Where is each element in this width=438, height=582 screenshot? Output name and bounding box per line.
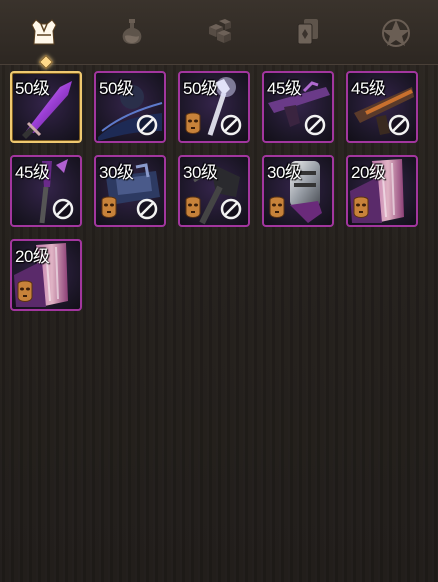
- item-slot[interactable]: 20级: [10, 239, 82, 311]
- cards-tab[interactable]: [264, 0, 352, 64]
- item-level-label: 50级: [99, 79, 134, 98]
- mask-icon: [269, 196, 285, 218]
- item-slot[interactable]: 50级: [94, 71, 166, 143]
- item-level-label: 45级: [15, 163, 50, 182]
- item-level-label: 30级: [183, 163, 218, 182]
- cards-icon: [297, 19, 318, 45]
- mask-icon: [353, 196, 369, 218]
- restricted-icon: [304, 114, 326, 136]
- item-slot[interactable]: 50级: [178, 71, 250, 143]
- potion-tab[interactable]: [88, 0, 176, 64]
- item-slot[interactable]: 20级: [346, 155, 418, 227]
- item-slot[interactable]: 45级: [262, 71, 334, 143]
- item-level-label: 30级: [99, 163, 134, 182]
- item-level-label: 45级: [267, 79, 302, 98]
- item-slot[interactable]: 30级: [178, 155, 250, 227]
- mask-icon: [185, 112, 201, 134]
- item-slot[interactable]: 30级: [262, 155, 334, 227]
- cubes-icon: [209, 19, 231, 43]
- item-level-label: 20级: [15, 247, 50, 266]
- cubes-tab[interactable]: [176, 0, 264, 64]
- restricted-icon: [220, 114, 242, 136]
- restricted-icon: [388, 114, 410, 136]
- item-slot[interactable]: 50级: [10, 71, 82, 143]
- armor-icon: [31, 19, 57, 45]
- category-tab-bar: [0, 0, 438, 70]
- mask-icon: [17, 280, 33, 302]
- item-level-label: 50级: [15, 79, 50, 98]
- item-level-label: 20级: [351, 163, 386, 182]
- item-level-label: 30级: [267, 163, 302, 182]
- mask-icon: [101, 196, 117, 218]
- restricted-icon: [220, 198, 242, 220]
- mask-icon: [185, 196, 201, 218]
- pentagram-tab[interactable]: [352, 0, 438, 64]
- pentagram-icon: [382, 19, 410, 47]
- item-level-label: 45级: [351, 79, 386, 98]
- item-slot[interactable]: 45级: [346, 71, 418, 143]
- potion-icon: [122, 19, 142, 44]
- item-slot[interactable]: 45级: [10, 155, 82, 227]
- item-level-label: 50级: [183, 79, 218, 98]
- restricted-icon: [52, 198, 74, 220]
- armor-tab[interactable]: [0, 0, 88, 64]
- restricted-icon: [136, 198, 158, 220]
- restricted-icon: [136, 114, 158, 136]
- item-slot[interactable]: 30级: [94, 155, 166, 227]
